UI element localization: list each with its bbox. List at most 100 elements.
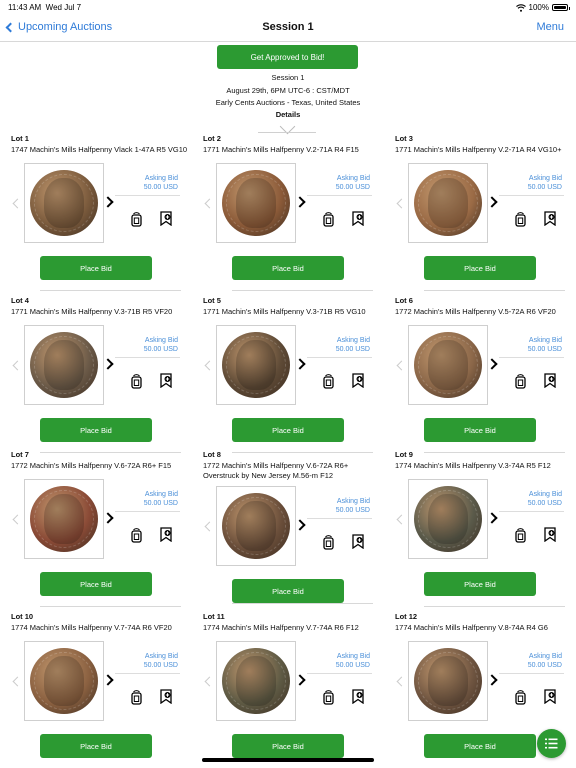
lot-title[interactable]: 1771 Machin's Mills Halfpenny V.3-71B R5… <box>11 307 191 317</box>
mobile-bid-icon[interactable] <box>513 211 528 228</box>
mobile-bid-icon[interactable] <box>129 527 144 544</box>
chevron-left-icon[interactable] <box>396 360 407 371</box>
lot-image[interactable] <box>24 163 104 243</box>
lot-image[interactable] <box>408 641 488 721</box>
lot-image[interactable] <box>24 479 104 559</box>
lot-title[interactable]: 1772 Machin's Mills Halfpenny V.6-72A R6… <box>11 461 191 471</box>
chevron-left-icon[interactable] <box>396 676 407 687</box>
chevron-left-icon[interactable] <box>204 676 215 687</box>
chevron-left-icon[interactable] <box>12 676 23 687</box>
lot-card[interactable]: Lot 1 1747 Machin's Mills Halfpenny Vlack… <box>11 134 201 294</box>
bookmark-add-icon[interactable] <box>542 372 557 389</box>
lot-image[interactable] <box>24 641 104 721</box>
lot-title[interactable]: 1772 Machin's Mills Halfpenny V.6-72A R6… <box>203 461 383 480</box>
chevron-left-icon[interactable] <box>12 514 23 525</box>
mobile-bid-icon[interactable] <box>129 211 144 228</box>
bookmark-add-icon[interactable] <box>542 526 557 543</box>
chevron-right-icon[interactable] <box>486 358 498 370</box>
lot-title[interactable]: 1747 Machin's Mills Halfpenny Vlack 1-47… <box>11 145 191 155</box>
lot-card[interactable]: Lot 2 1771 Machin's Mills Halfpenny V.2-7… <box>203 134 393 294</box>
chevron-right-icon[interactable] <box>486 674 498 686</box>
menu-button[interactable]: Menu <box>536 21 564 33</box>
chevron-left-icon[interactable] <box>12 198 23 209</box>
lot-image[interactable] <box>408 163 488 243</box>
lot-image[interactable] <box>216 163 296 243</box>
chevron-left-icon[interactable] <box>204 521 215 532</box>
lot-image[interactable] <box>408 325 488 405</box>
chevron-left-icon[interactable] <box>204 198 215 209</box>
lot-title[interactable]: 1774 Machin's Mills Halfpenny V.3-74A R5… <box>395 461 575 471</box>
lot-card[interactable]: Lot 9 1774 Machin's Mills Halfpenny V.3-7… <box>395 450 576 610</box>
bookmark-add-icon[interactable] <box>350 533 365 550</box>
chevron-left-icon[interactable] <box>396 514 407 525</box>
chevron-left-icon[interactable] <box>12 360 23 371</box>
chevron-right-icon[interactable] <box>102 674 114 686</box>
lot-title[interactable]: 1772 Machin's Mills Halfpenny V.5-72A R6… <box>395 307 575 317</box>
bookmark-add-icon[interactable] <box>350 210 365 227</box>
chevron-right-icon[interactable] <box>294 196 306 208</box>
place-bid-button[interactable]: Place Bid <box>40 734 152 758</box>
place-bid-button[interactable]: Place Bid <box>424 418 536 442</box>
chevron-right-icon[interactable] <box>294 519 306 531</box>
lot-title[interactable]: 1771 Machin's Mills Halfpenny V.3-71B R5… <box>203 307 383 317</box>
chevron-right-icon[interactable] <box>486 196 498 208</box>
bookmark-add-icon[interactable] <box>542 688 557 705</box>
lot-image[interactable] <box>216 325 296 405</box>
mobile-bid-icon[interactable] <box>321 211 336 228</box>
chevron-right-icon[interactable] <box>102 358 114 370</box>
chevron-right-icon[interactable] <box>294 358 306 370</box>
mobile-bid-icon[interactable] <box>129 373 144 390</box>
mobile-bid-icon[interactable] <box>129 689 144 706</box>
bookmark-add-icon[interactable] <box>350 372 365 389</box>
mobile-bid-icon[interactable] <box>321 689 336 706</box>
bookmark-add-icon[interactable] <box>350 688 365 705</box>
lot-card[interactable]: Lot 10 1774 Machin's Mills Halfpenny V.7-… <box>11 612 201 768</box>
lot-title[interactable]: 1774 Machin's Mills Halfpenny V.7-74A R6… <box>11 623 191 633</box>
lot-image[interactable] <box>24 325 104 405</box>
battery-icon <box>552 4 570 11</box>
lot-title[interactable]: 1771 Machin's Mills Halfpenny V.2-71A R4… <box>395 145 575 155</box>
bookmark-add-icon[interactable] <box>158 688 173 705</box>
lot-image[interactable] <box>216 641 296 721</box>
lot-image[interactable] <box>216 486 296 566</box>
chevron-left-icon[interactable] <box>396 198 407 209</box>
bookmark-add-icon[interactable] <box>158 526 173 543</box>
lot-card[interactable]: Lot 7 1772 Machin's Mills Halfpenny V.6-7… <box>11 450 201 610</box>
details-toggle[interactable]: Details <box>0 110 576 119</box>
place-bid-button[interactable]: Place Bid <box>424 256 536 280</box>
lot-title[interactable]: 1771 Machin's Mills Halfpenny V.2-71A R4… <box>203 145 383 155</box>
get-approved-button[interactable]: Get Approved to Bid! <box>217 45 358 69</box>
place-bid-button[interactable]: Place Bid <box>232 579 344 603</box>
chevron-right-icon[interactable] <box>102 196 114 208</box>
bookmark-add-icon[interactable] <box>542 210 557 227</box>
place-bid-button[interactable]: Place Bid <box>40 572 152 596</box>
lot-card[interactable]: Lot 6 1772 Machin's Mills Halfpenny V.5-7… <box>395 296 576 456</box>
lot-card[interactable]: Lot 4 1771 Machin's Mills Halfpenny V.3-7… <box>11 296 201 456</box>
lot-card[interactable]: Lot 3 1771 Machin's Mills Halfpenny V.2-7… <box>395 134 576 294</box>
lot-title[interactable]: 1774 Machin's Mills Halfpenny V.7-74A R6… <box>203 623 383 633</box>
place-bid-button[interactable]: Place Bid <box>40 256 152 280</box>
chevron-right-icon[interactable] <box>486 512 498 524</box>
place-bid-button[interactable]: Place Bid <box>40 418 152 442</box>
lot-card[interactable]: Lot 11 1774 Machin's Mills Halfpenny V.7-… <box>203 612 393 768</box>
lot-card[interactable]: Lot 8 1772 Machin's Mills Halfpenny V.6-7… <box>203 450 393 610</box>
place-bid-button[interactable]: Place Bid <box>424 734 536 758</box>
mobile-bid-icon[interactable] <box>513 527 528 544</box>
lot-title[interactable]: 1774 Machin's Mills Halfpenny V.8-74A R4… <box>395 623 575 633</box>
place-bid-button[interactable]: Place Bid <box>424 572 536 596</box>
chevron-right-icon[interactable] <box>294 674 306 686</box>
bookmark-add-icon[interactable] <box>158 372 173 389</box>
bookmark-add-icon[interactable] <box>158 210 173 227</box>
mobile-bid-icon[interactable] <box>321 373 336 390</box>
mobile-bid-icon[interactable] <box>513 689 528 706</box>
lot-list-button[interactable] <box>537 729 566 758</box>
mobile-bid-icon[interactable] <box>321 534 336 551</box>
lot-image[interactable] <box>408 479 488 559</box>
chevron-left-icon[interactable] <box>204 360 215 371</box>
chevron-right-icon[interactable] <box>102 512 114 524</box>
mobile-bid-icon[interactable] <box>513 373 528 390</box>
place-bid-button[interactable]: Place Bid <box>232 418 344 442</box>
place-bid-button[interactable]: Place Bid <box>232 256 344 280</box>
lot-card[interactable]: Lot 5 1771 Machin's Mills Halfpenny V.3-7… <box>203 296 393 456</box>
place-bid-button[interactable]: Place Bid <box>232 734 344 758</box>
